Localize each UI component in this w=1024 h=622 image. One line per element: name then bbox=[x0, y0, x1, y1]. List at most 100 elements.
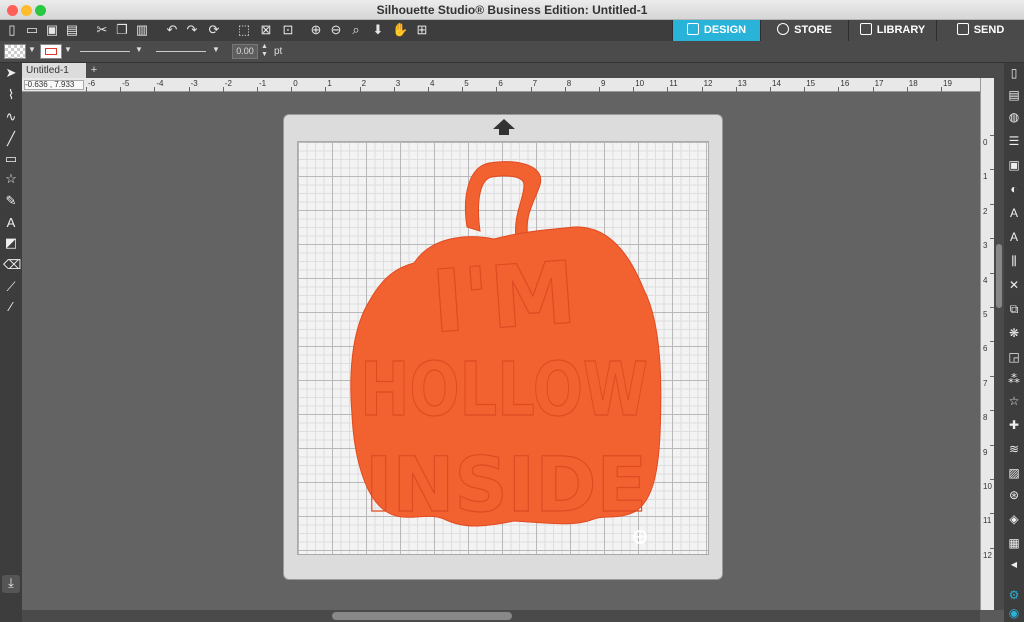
image-effects-icon[interactable]: ▣ bbox=[1006, 157, 1022, 173]
tab-library[interactable]: LIBRARY bbox=[848, 20, 936, 41]
ruler-tick-label: 9 bbox=[601, 79, 606, 88]
transform-panel-icon[interactable]: ✕ bbox=[1006, 277, 1022, 293]
send-icon bbox=[956, 23, 969, 35]
ruler-tick-label: -6 bbox=[88, 79, 96, 88]
fill-color-swatch[interactable] bbox=[4, 44, 26, 59]
line-style-select[interactable] bbox=[80, 51, 130, 52]
undo-icon[interactable]: ↶ bbox=[164, 22, 180, 38]
text-style-icon[interactable]: A bbox=[1006, 205, 1022, 221]
star-shape-tool-icon[interactable]: ☆ bbox=[3, 171, 19, 187]
text-tool-icon[interactable]: A bbox=[3, 215, 19, 231]
pumpkin-stem bbox=[464, 161, 542, 240]
window-titlebar: Silhouette Studio® Business Edition: Unt… bbox=[0, 0, 1024, 20]
tab-design[interactable]: DESIGN bbox=[672, 20, 760, 41]
line-style-panel-icon[interactable]: ☰ bbox=[1006, 133, 1022, 149]
vertical-scrollbar[interactable] bbox=[994, 78, 1004, 610]
redo-icon[interactable]: ↷ bbox=[184, 22, 200, 38]
horizontal-scrollbar[interactable] bbox=[22, 610, 980, 622]
line-color-dropdown-icon[interactable]: ▼ bbox=[64, 45, 72, 54]
line-width-stepper[interactable]: ▲ ▼ bbox=[261, 43, 268, 59]
settings-gear-icon[interactable]: ⚙ bbox=[1006, 587, 1022, 603]
line-tool-icon[interactable]: ╱ bbox=[3, 131, 19, 147]
3d-panel-icon[interactable]: ◈ bbox=[1006, 511, 1022, 527]
trace-icon[interactable]: ⊡ bbox=[280, 22, 296, 38]
copy-icon[interactable]: ❐ bbox=[114, 22, 130, 38]
window-title: Silhouette Studio® Business Edition: Unt… bbox=[376, 3, 648, 17]
text-to-path-icon[interactable]: A bbox=[1006, 229, 1022, 245]
vertical-scroll-thumb[interactable] bbox=[996, 244, 1002, 308]
zoom-window-button[interactable] bbox=[35, 5, 46, 16]
right-panel-bar: ▯ ▤ ◍ ☰ ▣ ◐ A A ⫼ ✕ ⧉ ❋ ◲ ⁂ ☆ ✚ ≋ ▨ ⊛ ◈ … bbox=[1004, 63, 1024, 622]
modify-panel-icon[interactable]: ◲ bbox=[1006, 349, 1022, 365]
page-setup-icon[interactable]: ▯ bbox=[1006, 65, 1022, 81]
puzzle-panel-icon[interactable]: ✚ bbox=[1006, 417, 1022, 433]
fill-dropdown-icon[interactable]: ▼ bbox=[28, 45, 36, 54]
ruler-tick-label: 2 bbox=[361, 79, 367, 88]
align-panel-icon[interactable]: ⫼ bbox=[1006, 253, 1022, 269]
help-icon[interactable]: ◉ bbox=[1006, 605, 1022, 621]
transparency-icon[interactable]: ◐ bbox=[1006, 181, 1022, 197]
library-globe-icon[interactable]: ⊛ bbox=[1006, 487, 1022, 503]
eraser-tool-icon[interactable]: ⌫ bbox=[3, 257, 21, 273]
zoom-out-icon[interactable]: ⊖ bbox=[328, 22, 344, 38]
zoom-select-icon[interactable]: ⌕ bbox=[348, 22, 364, 38]
ruler-tick-label: 4 bbox=[430, 79, 435, 88]
store-icon bbox=[777, 23, 790, 35]
design-canvas[interactable]: I'M HOLLOW INSIDE bbox=[22, 92, 980, 610]
save-icon[interactable]: ▣ bbox=[44, 22, 60, 38]
line-style-dropdown-icon[interactable]: ▼ bbox=[135, 45, 143, 54]
tab-store[interactable]: STORE bbox=[760, 20, 848, 41]
document-tab[interactable]: Untitled-1 bbox=[22, 63, 86, 78]
document-tab-bar: Untitled-1 + bbox=[22, 63, 1004, 78]
knife-tool-icon[interactable]: ⟋ bbox=[3, 279, 19, 295]
fit-to-page-icon[interactable]: ⬇ bbox=[370, 22, 386, 38]
print-icon[interactable]: ▤ bbox=[64, 22, 80, 38]
close-window-button[interactable] bbox=[7, 5, 18, 16]
offset-panel-icon[interactable]: ⧉ bbox=[1006, 301, 1022, 317]
minimize-window-button[interactable] bbox=[21, 5, 32, 16]
select-arrow-icon[interactable]: ➤ bbox=[3, 65, 19, 81]
fill-tool-icon[interactable]: ◩ bbox=[3, 235, 19, 251]
ruler-tick-label: 8 bbox=[566, 79, 572, 88]
ruler-tick-label: 11 bbox=[669, 79, 678, 88]
line-width-input[interactable]: 0.00 bbox=[232, 44, 258, 59]
layers-panel-icon[interactable]: ≋ bbox=[1006, 441, 1022, 457]
line-width-unit: pt bbox=[274, 46, 283, 57]
sketch-panel-icon[interactable]: ⁂ bbox=[1006, 371, 1022, 387]
fill-panel-icon[interactable]: ◍ bbox=[1006, 109, 1022, 125]
new-file-icon[interactable]: ▯ bbox=[4, 22, 20, 38]
map-panel-icon[interactable]: ▦ bbox=[1006, 535, 1022, 551]
refresh-icon[interactable]: ⟳ bbox=[206, 22, 222, 38]
add-document-tab-button[interactable]: + bbox=[88, 63, 100, 78]
ruler-tick-label: 10 bbox=[635, 79, 645, 88]
pumpkin-design[interactable]: I'M HOLLOW INSIDE bbox=[284, 115, 724, 581]
add-page-icon[interactable]: ⊞ bbox=[414, 22, 430, 38]
select-all-icon[interactable]: ⬚ bbox=[236, 22, 252, 38]
tab-send[interactable]: SEND bbox=[936, 20, 1024, 41]
horizontal-scroll-thumb[interactable] bbox=[332, 612, 512, 620]
collapse-panel-icon[interactable]: ◀ bbox=[1006, 557, 1022, 573]
vertical-ruler-tick-label: 9 bbox=[983, 447, 988, 457]
import-icon[interactable]: ⤓ bbox=[2, 575, 20, 593]
deselect-icon[interactable]: ⊠ bbox=[258, 22, 274, 38]
point-edit-icon[interactable]: ⌇ bbox=[3, 87, 19, 103]
design-page-icon[interactable]: ▤ bbox=[1006, 87, 1022, 103]
eyedropper-tool-icon[interactable]: ⁄ bbox=[3, 299, 19, 315]
zoom-in-icon[interactable]: ⊕ bbox=[308, 22, 324, 38]
star-panel-icon[interactable]: ☆ bbox=[1006, 393, 1022, 409]
ruler-tick-label: 12 bbox=[703, 79, 713, 88]
pattern-panel-icon[interactable]: ▨ bbox=[1006, 465, 1022, 481]
open-folder-icon[interactable]: ▭ bbox=[24, 22, 40, 38]
ruler-tick-label: 18 bbox=[908, 79, 918, 88]
paste-icon[interactable]: ▥ bbox=[134, 22, 150, 38]
curve-tool-icon[interactable]: ∿ bbox=[3, 109, 19, 125]
line-join-dropdown-icon[interactable]: ▼ bbox=[212, 45, 220, 54]
line-color-swatch[interactable] bbox=[40, 44, 62, 59]
line-join-select[interactable] bbox=[156, 51, 206, 52]
pencil-tool-icon[interactable]: ✎ bbox=[3, 193, 19, 209]
replicate-panel-icon[interactable]: ❋ bbox=[1006, 325, 1022, 341]
rectangle-tool-icon[interactable]: ▭ bbox=[3, 151, 19, 167]
cut-icon[interactable]: ✂ bbox=[94, 22, 110, 38]
pan-hand-icon[interactable]: ✋ bbox=[392, 22, 408, 38]
coordinate-readout: -0.636 , 7.933 bbox=[24, 80, 84, 90]
